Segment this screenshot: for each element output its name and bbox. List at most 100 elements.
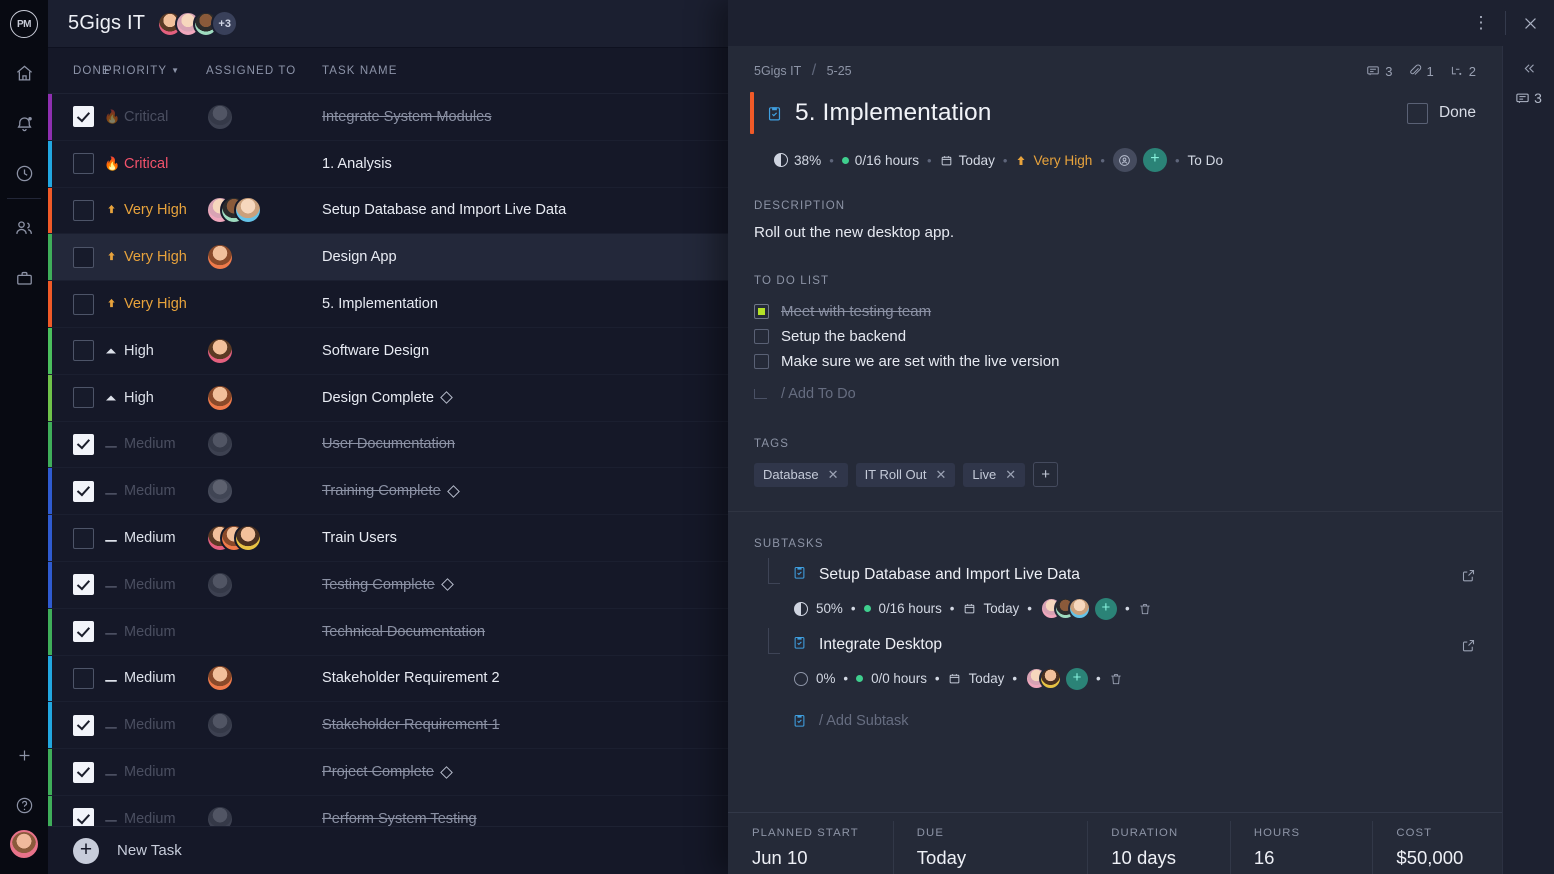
assignee-stack[interactable] bbox=[206, 804, 322, 826]
row-assigned-cell[interactable] bbox=[206, 430, 322, 459]
detail-done-toggle[interactable]: Done bbox=[1406, 102, 1476, 124]
row-done-checkbox[interactable] bbox=[73, 574, 94, 596]
column-assigned-to[interactable]: ASSIGNED TO bbox=[206, 65, 322, 77]
app-logo[interactable]: PM bbox=[0, 0, 48, 48]
side-comment-count[interactable]: 3 bbox=[1503, 90, 1554, 106]
row-done-checkbox[interactable] bbox=[73, 387, 94, 409]
help-icon[interactable] bbox=[0, 780, 48, 830]
row-priority-cell[interactable]: High bbox=[104, 390, 206, 406]
briefcase-icon[interactable] bbox=[0, 253, 48, 303]
todo-checkbox[interactable] bbox=[754, 304, 769, 319]
assignee-stack[interactable] bbox=[206, 383, 322, 412]
add-assignee-button[interactable]: + bbox=[1066, 667, 1089, 690]
add-subtask-row[interactable]: / Add Subtask bbox=[754, 712, 1476, 729]
column-priority[interactable]: PRIORITY ▼ bbox=[104, 65, 206, 77]
row-assigned-cell[interactable] bbox=[206, 196, 322, 225]
stat-value[interactable]: 10 days bbox=[1111, 847, 1230, 869]
row-assigned-cell[interactable] bbox=[206, 524, 322, 553]
row-assigned-cell[interactable] bbox=[206, 711, 322, 740]
open-subtask-icon[interactable] bbox=[1461, 638, 1476, 653]
row-priority-cell[interactable]: Medium bbox=[104, 624, 206, 640]
row-assigned-cell[interactable] bbox=[206, 383, 322, 412]
attachment-count[interactable]: 1 bbox=[1408, 64, 1434, 79]
todo-item[interactable]: Make sure we are set with the live versi… bbox=[754, 349, 1476, 374]
row-priority-cell[interactable]: Medium bbox=[104, 764, 206, 780]
column-done[interactable]: DONE bbox=[48, 65, 110, 77]
description-text[interactable]: Roll out the new desktop app. bbox=[754, 224, 1476, 241]
row-done-checkbox[interactable] bbox=[73, 761, 94, 783]
project-members[interactable]: +3 bbox=[157, 10, 239, 37]
stat-value[interactable]: Jun 10 bbox=[752, 847, 893, 869]
avatar[interactable] bbox=[206, 430, 234, 459]
row-done-checkbox[interactable] bbox=[73, 340, 94, 362]
row-priority-cell[interactable]: Medium bbox=[104, 670, 206, 686]
assignee-stack[interactable] bbox=[1025, 667, 1063, 690]
add-icon[interactable] bbox=[0, 730, 48, 780]
row-assigned-cell[interactable] bbox=[206, 336, 322, 365]
tag-chip[interactable]: Live ✕ bbox=[963, 462, 1026, 487]
row-priority-cell[interactable]: Medium bbox=[104, 811, 206, 826]
hours-indicator[interactable]: 0/16 hours bbox=[841, 153, 919, 168]
row-done-checkbox[interactable] bbox=[73, 199, 94, 221]
row-done-checkbox[interactable] bbox=[73, 527, 94, 549]
stat-value[interactable]: 16 bbox=[1254, 847, 1373, 869]
assignee-stack[interactable] bbox=[206, 711, 322, 740]
detail-task-title[interactable]: 5. Implementation bbox=[795, 99, 991, 127]
bell-icon[interactable] bbox=[0, 98, 48, 148]
row-assigned-cell[interactable] bbox=[206, 664, 322, 693]
row-assigned-cell[interactable] bbox=[206, 804, 322, 826]
assignee-stack[interactable] bbox=[206, 524, 322, 553]
avatar[interactable] bbox=[206, 102, 234, 131]
avatar[interactable] bbox=[234, 196, 262, 225]
assignee-stack[interactable] bbox=[206, 243, 322, 272]
status-badge[interactable]: To Do bbox=[1188, 153, 1224, 168]
row-done-checkbox[interactable] bbox=[73, 246, 94, 268]
breadcrumb-task-id[interactable]: 5-25 bbox=[827, 64, 852, 78]
stat-value[interactable]: $50,000 bbox=[1396, 847, 1502, 869]
row-priority-cell[interactable]: Medium bbox=[104, 530, 206, 546]
row-assigned-cell[interactable] bbox=[206, 570, 322, 599]
row-done-checkbox[interactable] bbox=[73, 106, 94, 128]
tag-chip[interactable]: Database ✕ bbox=[754, 462, 848, 487]
clock-icon[interactable] bbox=[0, 148, 48, 198]
todo-item[interactable]: Setup the backend bbox=[754, 324, 1476, 349]
row-done-checkbox[interactable] bbox=[73, 621, 94, 643]
chevrons-left-icon[interactable] bbox=[1503, 46, 1554, 90]
row-done-checkbox[interactable] bbox=[73, 667, 94, 689]
tag-chip[interactable]: IT Roll Out ✕ bbox=[855, 462, 956, 487]
avatar[interactable] bbox=[206, 804, 234, 826]
home-icon[interactable] bbox=[0, 48, 48, 98]
avatar[interactable] bbox=[1039, 667, 1063, 690]
assignee-stack[interactable] bbox=[206, 336, 322, 365]
close-icon[interactable]: ✕ bbox=[935, 467, 946, 483]
row-done-checkbox[interactable] bbox=[73, 153, 94, 175]
row-assigned-cell[interactable] bbox=[206, 243, 322, 272]
avatar[interactable] bbox=[206, 383, 234, 412]
avatar[interactable] bbox=[234, 524, 262, 553]
add-assignee-button[interactable]: + bbox=[1142, 148, 1167, 172]
todo-item[interactable]: Meet with testing team bbox=[754, 299, 1476, 324]
row-priority-cell[interactable]: Very High bbox=[104, 202, 206, 218]
avatar-overflow[interactable]: +3 bbox=[211, 10, 239, 37]
assignee-stack[interactable] bbox=[1039, 597, 1091, 620]
row-priority-cell[interactable]: Very High bbox=[104, 249, 206, 265]
subtask-item[interactable]: Setup Database and Import Live Data 50% • 0… bbox=[754, 558, 1476, 620]
row-priority-cell[interactable]: Medium bbox=[104, 717, 206, 733]
avatar[interactable] bbox=[206, 570, 234, 599]
add-tag-button[interactable]: + bbox=[1033, 462, 1059, 487]
more-options-icon[interactable]: ⋮ bbox=[1457, 0, 1505, 46]
breadcrumb-project[interactable]: 5Gigs IT bbox=[754, 64, 801, 78]
avatar[interactable] bbox=[1067, 597, 1091, 620]
row-assigned-cell[interactable] bbox=[206, 102, 322, 131]
row-done-checkbox[interactable] bbox=[73, 293, 94, 315]
row-done-checkbox[interactable] bbox=[73, 480, 94, 502]
avatar[interactable] bbox=[206, 336, 234, 365]
open-subtask-icon[interactable] bbox=[1461, 568, 1476, 583]
close-icon[interactable]: ✕ bbox=[1005, 467, 1016, 483]
row-priority-cell[interactable]: 🔥 Critical bbox=[104, 109, 206, 125]
row-priority-cell[interactable]: 🔥 Critical bbox=[104, 156, 206, 172]
assignee-stack[interactable] bbox=[206, 196, 322, 225]
todo-checkbox[interactable] bbox=[754, 354, 769, 369]
close-icon[interactable]: ✕ bbox=[828, 467, 839, 483]
done-checkbox[interactable] bbox=[1406, 102, 1428, 124]
